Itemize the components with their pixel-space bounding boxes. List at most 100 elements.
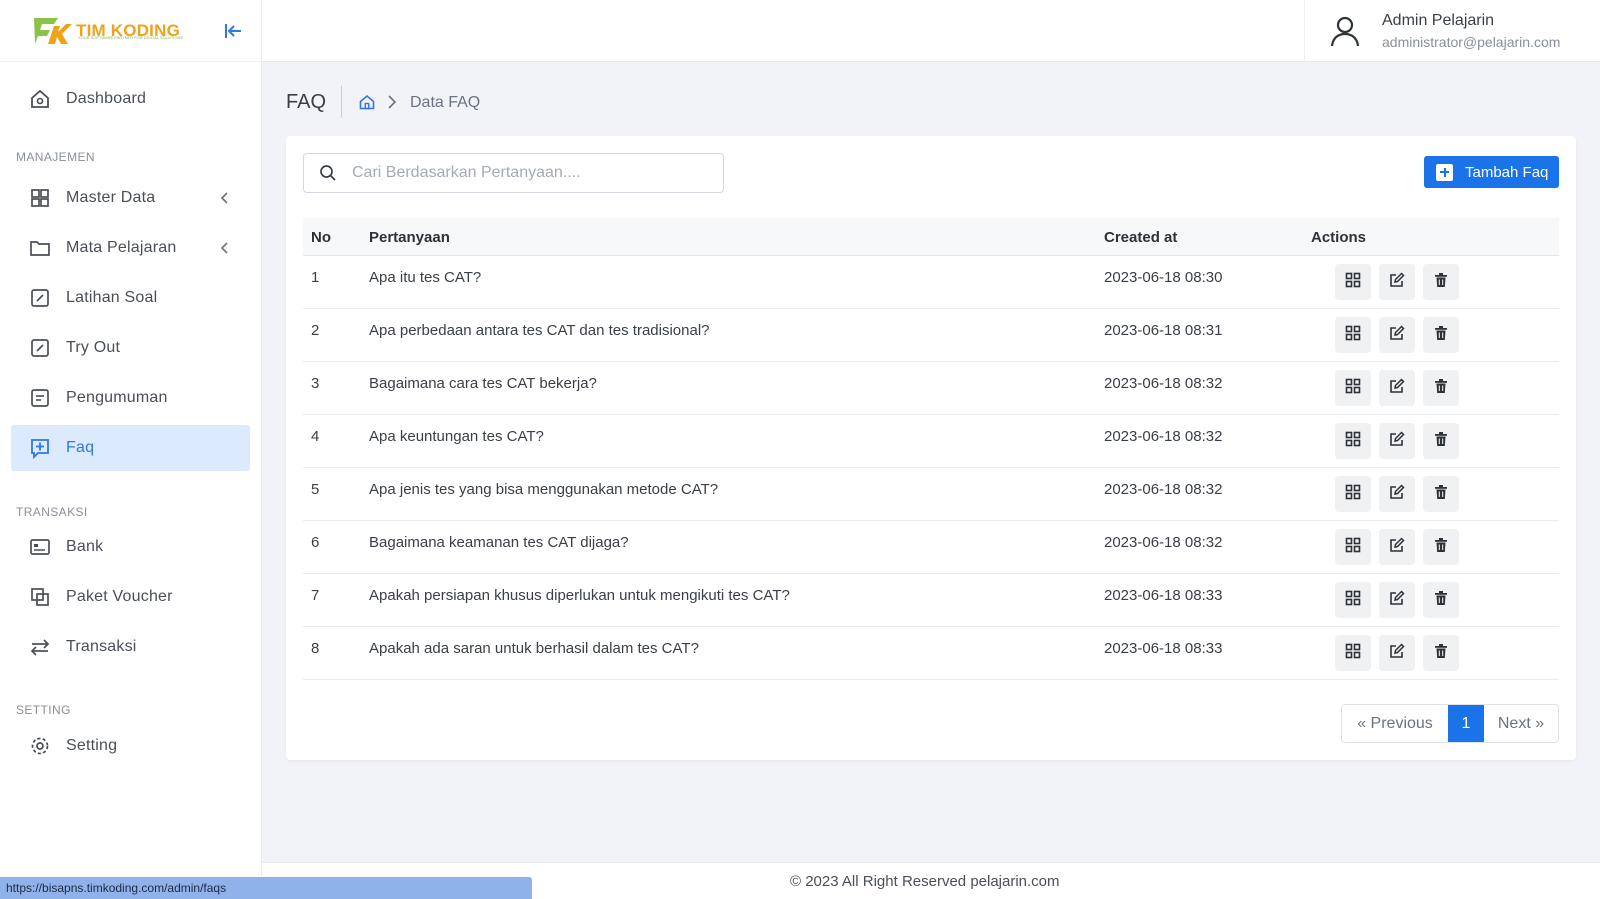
chevron-left-icon (220, 242, 228, 254)
sidebar-item-faq[interactable]: Faq (11, 425, 250, 471)
edit-button[interactable] (1379, 423, 1415, 459)
sidebar-item-label: Setting (66, 737, 118, 754)
breadcrumb-home-icon[interactable] (358, 93, 376, 111)
brand-logo[interactable]: TIM KODING (32, 14, 180, 48)
sidebar-item-setting[interactable]: Setting (11, 723, 250, 769)
row-actions (1335, 635, 1459, 671)
plus-square-icon (1436, 163, 1453, 181)
delete-button[interactable] (1423, 582, 1459, 618)
cell-question: Apa perbedaan antara tes CAT dan tes tra… (369, 322, 710, 339)
delete-button[interactable] (1423, 476, 1459, 512)
sidebar-item-latihan-soal[interactable]: Latihan Soal (11, 275, 250, 321)
search-box (303, 153, 724, 193)
edit-button[interactable] (1379, 635, 1415, 671)
breadcrumb-chevron-icon (388, 95, 397, 109)
pagination-previous[interactable]: « Previous (1342, 705, 1448, 742)
collapse-sidebar-icon[interactable] (222, 20, 244, 42)
cell-question: Apa itu tes CAT? (369, 269, 482, 286)
edit-button[interactable] (1379, 264, 1415, 300)
edit-button[interactable] (1379, 370, 1415, 406)
view-button[interactable] (1335, 476, 1371, 512)
cell-no: 4 (311, 428, 320, 445)
search-icon (320, 165, 336, 181)
user-name: Admin Pelajarin (1382, 12, 1495, 29)
cell-question: Apa keuntungan tes CAT? (369, 428, 544, 445)
sidebar-item-label: Paket Voucher (66, 588, 173, 605)
cell-no: 8 (311, 640, 320, 657)
edit-icon (1389, 483, 1405, 505)
cell-created-at: 2023-06-18 08:30 (1104, 269, 1223, 286)
delete-button[interactable] (1423, 635, 1459, 671)
cell-no: 1 (311, 269, 320, 286)
sidebar-item-paket-voucher[interactable]: Paket Voucher (11, 574, 250, 620)
cell-created-at: 2023-06-18 08:32 (1104, 481, 1223, 498)
cell-created-at: 2023-06-18 08:31 (1104, 322, 1223, 339)
sidebar-item-mata-pelajaran[interactable]: Mata Pelajaran (11, 225, 250, 271)
row-actions (1335, 423, 1459, 459)
user-avatar-icon (1330, 16, 1360, 47)
delete-button[interactable] (1423, 317, 1459, 353)
view-button[interactable] (1335, 529, 1371, 565)
pagination-page-current[interactable]: 1 (1448, 705, 1484, 742)
edit-button[interactable] (1379, 582, 1415, 618)
view-button[interactable] (1335, 582, 1371, 618)
view-button[interactable] (1335, 635, 1371, 671)
delete-button[interactable] (1423, 529, 1459, 565)
cell-question: Apakah ada saran untuk berhasil dalam te… (369, 640, 699, 657)
edit-square-icon (28, 286, 52, 310)
sidebar-item-label: Bank (66, 538, 104, 555)
breadcrumb-current: Data FAQ (410, 94, 481, 111)
sidebar-item-label: Faq (66, 439, 95, 456)
grid-icon (1345, 272, 1361, 293)
view-button[interactable] (1335, 423, 1371, 459)
sidebar: TIM KODING YOUR SOFTWARE PARTNER FOR DIG… (0, 0, 262, 899)
edit-square-icon (28, 336, 52, 360)
brand-tagline: YOUR SOFTWARE PARTNER FOR DIGITAL SOLUTI… (78, 35, 184, 40)
sidebar-item-pengumuman[interactable]: Pengumuman (11, 375, 250, 421)
delete-button[interactable] (1423, 423, 1459, 459)
brand-logo-icon (34, 18, 72, 44)
cell-no: 2 (311, 322, 320, 339)
column-header-created: Created at (1104, 229, 1178, 246)
table-header: No Pertanyaan Created at Actions (303, 218, 1559, 256)
column-header-no: No (311, 229, 331, 246)
sidebar-item-label: Latihan Soal (66, 289, 158, 306)
sidebar-item-try-out[interactable]: Try Out (11, 325, 250, 371)
topbar: Admin Pelajarin administrator@pelajarin.… (262, 0, 1600, 62)
sidebar-item-master-data[interactable]: Master Data (11, 175, 250, 221)
view-button[interactable] (1335, 370, 1371, 406)
table-row: 6 Bagaimana keamanan tes CAT dijaga? 2023-… (303, 521, 1559, 574)
transfer-arrows-icon (28, 635, 52, 659)
cell-question: Apakah persiapan khusus diperlukan untuk… (369, 587, 790, 604)
edit-icon (1389, 642, 1405, 664)
search-input[interactable] (352, 164, 712, 182)
pagination-next[interactable]: Next » (1484, 705, 1558, 742)
delete-button[interactable] (1423, 264, 1459, 300)
trash-icon (1433, 272, 1449, 293)
cell-no: 5 (311, 481, 320, 498)
add-faq-button[interactable]: Tambah Faq (1424, 156, 1559, 188)
edit-icon (1389, 589, 1405, 611)
edit-button[interactable] (1379, 529, 1415, 565)
user-email: administrator@pelajarin.com (1382, 34, 1561, 50)
view-button[interactable] (1335, 264, 1371, 300)
cell-created-at: 2023-06-18 08:33 (1104, 640, 1223, 657)
sidebar-item-label: Master Data (66, 189, 156, 206)
section-label-setting: SETTING (16, 703, 71, 717)
grid-icon (28, 186, 52, 210)
edit-button[interactable] (1379, 476, 1415, 512)
delete-button[interactable] (1423, 370, 1459, 406)
sidebar-item-label: Pengumuman (66, 389, 168, 406)
cell-question: Bagaimana keamanan tes CAT dijaga? (369, 534, 629, 551)
sidebar-item-dashboard[interactable]: Dashboard (11, 76, 250, 122)
cell-no: 7 (311, 587, 320, 604)
edit-button[interactable] (1379, 317, 1415, 353)
view-button[interactable] (1335, 317, 1371, 353)
sidebar-item-transaksi[interactable]: Transaksi (11, 624, 250, 670)
sidebar-item-bank[interactable]: Bank (11, 524, 250, 570)
user-menu[interactable]: Admin Pelajarin administrator@pelajarin.… (1304, 0, 1600, 62)
grid-icon (1345, 431, 1361, 452)
browser-status-url: https://bisapns.timkoding.com/admin/faqs (0, 877, 532, 899)
cell-no: 6 (311, 534, 320, 551)
grid-icon (1345, 484, 1361, 505)
